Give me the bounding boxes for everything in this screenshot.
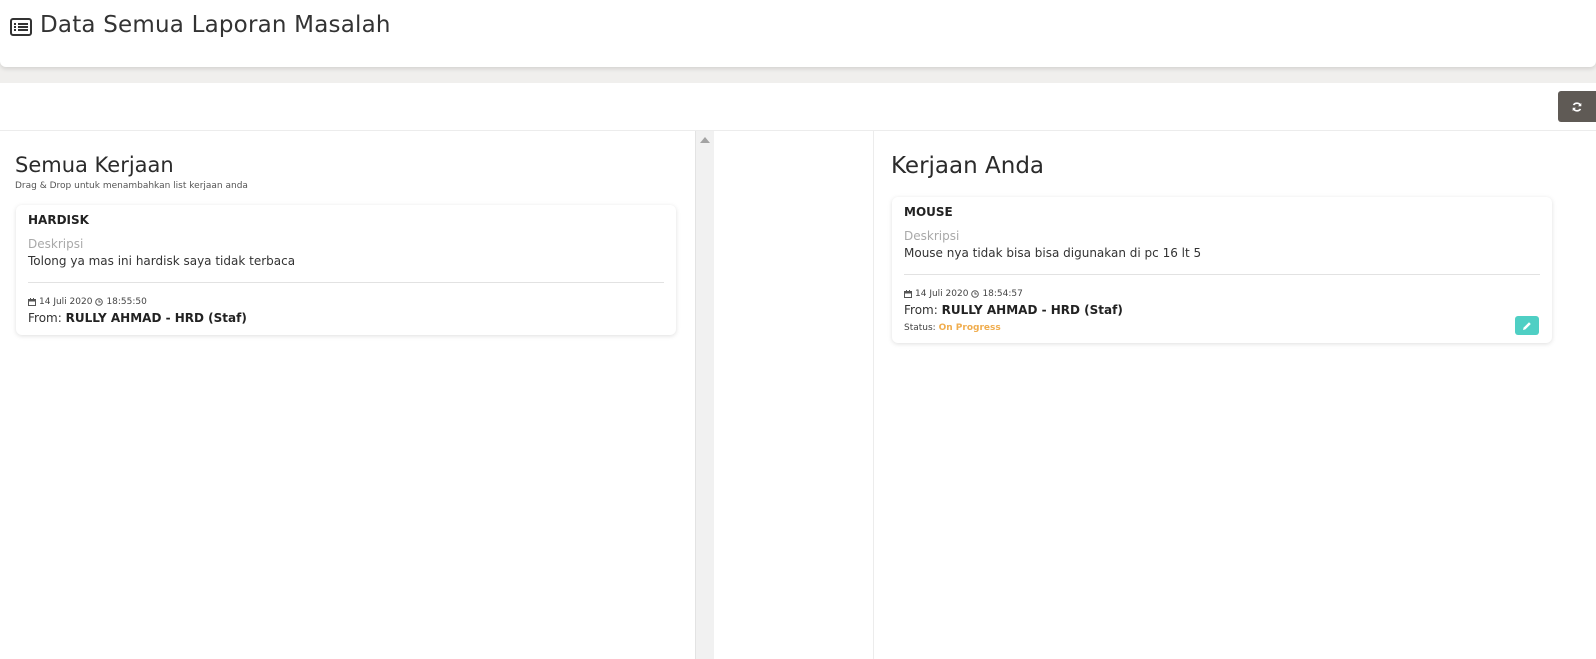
your-jobs-title: Kerjaan Anda (891, 153, 1045, 179)
job-from: From: RULLY AHMAD - HRD (Staf) (904, 303, 1540, 317)
job-from: From: RULLY AHMAD - HRD (Staf) (28, 311, 664, 325)
scroll-up-arrow-icon[interactable] (700, 137, 710, 143)
list-icon (10, 16, 32, 36)
refresh-icon (1572, 101, 1582, 112)
from-label: From: (28, 311, 62, 325)
job-card-title: MOUSE (904, 205, 953, 219)
status-badge: On Progress (938, 323, 1001, 333)
card-divider (904, 274, 1540, 275)
from-name: RULLY AHMAD - HRD (Staf) (941, 303, 1123, 317)
main-content: Semua Kerjaan Drag & Drop untuk menambah… (0, 83, 1596, 659)
card-divider (28, 282, 664, 283)
job-date: 14 Juli 2020 (39, 297, 93, 307)
from-label: From: (904, 303, 938, 317)
job-time: 18:55:50 (106, 297, 147, 307)
job-meta: 14 Juli 2020 18:55:50 (28, 297, 664, 307)
job-card[interactable]: HARDISK Deskripsi Tolong ya mas ini hard… (16, 205, 676, 335)
calendar-icon (28, 298, 36, 306)
from-name: RULLY AHMAD - HRD (Staf) (65, 311, 247, 325)
pencil-icon (1523, 321, 1531, 330)
page-header: Data Semua Laporan Masalah (0, 0, 1596, 67)
scrollbar[interactable] (695, 131, 714, 659)
job-card-title: HARDISK (28, 213, 89, 227)
job-status: Status: On Progress (904, 323, 1540, 333)
clock-icon (95, 298, 104, 306)
description-label: Deskripsi (904, 229, 960, 243)
job-card[interactable]: MOUSE Deskripsi Mouse nya tidak bisa bis… (892, 197, 1552, 343)
all-jobs-panel: Semua Kerjaan Drag & Drop untuk menambah… (0, 131, 695, 659)
status-label: Status: (904, 323, 936, 333)
job-date: 14 Juli 2020 (915, 289, 969, 299)
edit-button[interactable] (1515, 316, 1539, 335)
your-jobs-panel: Kerjaan Anda MOUSE Deskripsi Mouse nya t… (873, 131, 1596, 659)
job-time: 18:54:57 (982, 289, 1023, 299)
all-jobs-title: Semua Kerjaan (15, 153, 174, 177)
refresh-button[interactable] (1558, 91, 1596, 122)
job-description: Tolong ya mas ini hardisk saya tidak ter… (28, 254, 296, 268)
page-title-wrap: Data Semua Laporan Masalah (10, 12, 391, 38)
job-description: Mouse nya tidak bisa bisa digunakan di p… (904, 246, 1202, 260)
clock-icon (971, 290, 980, 298)
page-title: Data Semua Laporan Masalah (40, 12, 391, 38)
description-label: Deskripsi (28, 237, 84, 251)
all-jobs-subtitle: Drag & Drop untuk menambahkan list kerja… (15, 181, 248, 191)
calendar-icon (904, 290, 912, 298)
job-meta: 14 Juli 2020 18:54:57 (904, 289, 1540, 299)
